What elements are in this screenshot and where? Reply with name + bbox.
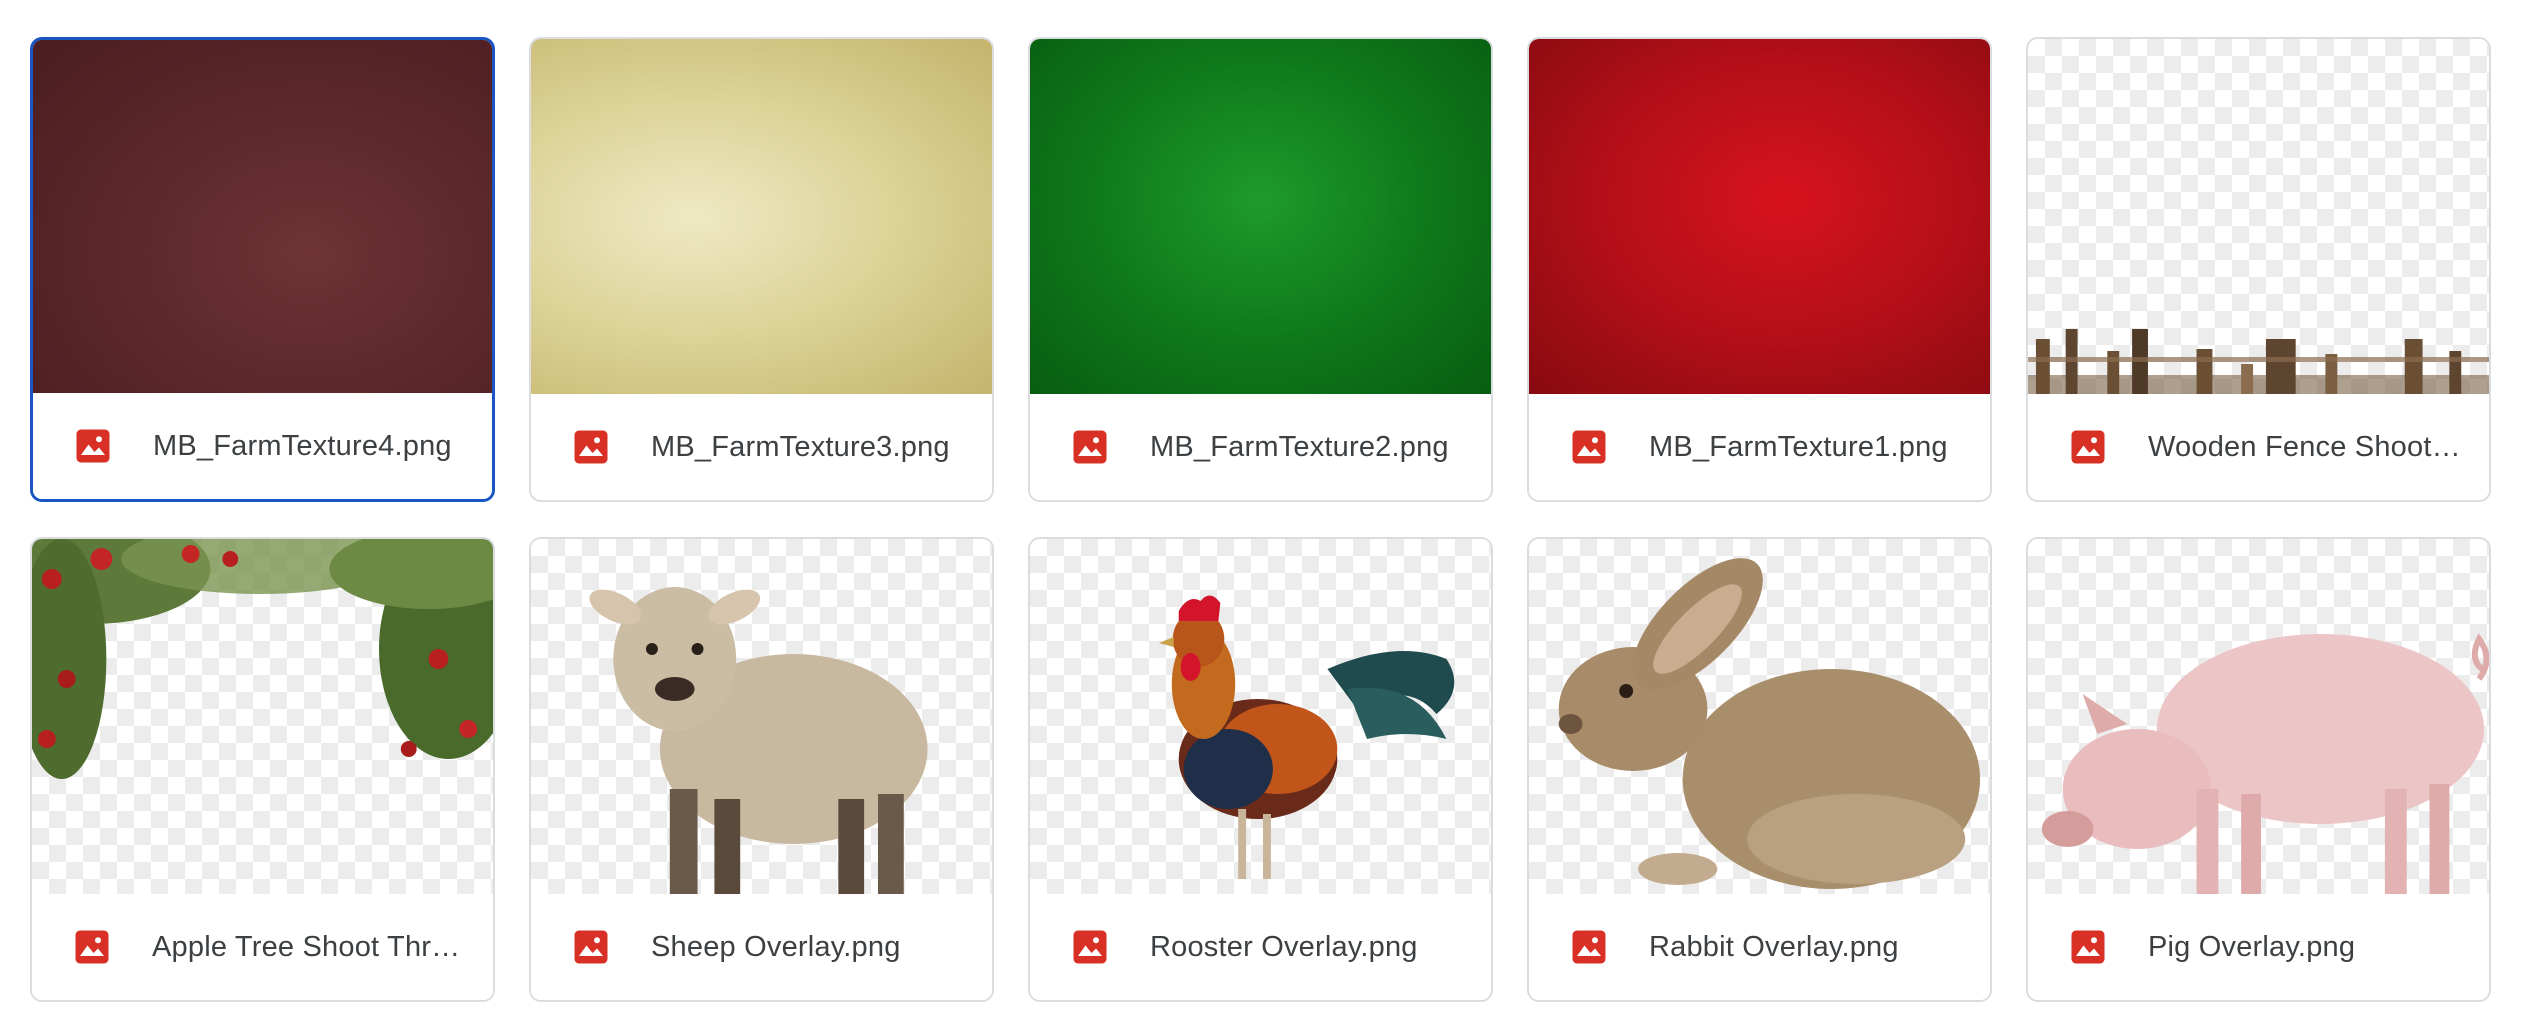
rooster-illustration <box>1158 595 1455 879</box>
file-card-footer: MB_FarmTexture2.png <box>1030 394 1491 500</box>
file-name: Pig Overlay.png <box>2148 930 2356 963</box>
file-card-footer: Sheep Overlay.png <box>531 894 992 1000</box>
image-file-icon <box>1572 930 1606 964</box>
file-card-apple-tree[interactable]: Apple Tree Shoot Thro… <box>30 537 495 1002</box>
file-card-footer: Wooden Fence Shoot … <box>2028 394 2489 500</box>
apple-tree-illustration <box>32 539 493 779</box>
pig-illustration <box>2041 633 2489 896</box>
image-file-icon <box>76 429 110 463</box>
file-card-footer: MB_FarmTexture3.png <box>531 394 992 500</box>
image-file-icon <box>574 930 608 964</box>
image-file-icon <box>1572 430 1606 464</box>
rabbit-illustration <box>1558 558 1981 889</box>
file-thumbnail <box>32 539 493 896</box>
fence-illustration <box>2028 329 2489 396</box>
file-card-rabbit-overlay[interactable]: Rabbit Overlay.png <box>1527 537 1992 1002</box>
image-file-icon <box>1073 930 1107 964</box>
file-name: Rooster Overlay.png <box>1150 930 1418 963</box>
image-file-icon <box>2071 430 2105 464</box>
file-card-wooden-fence[interactable]: Wooden Fence Shoot … <box>2026 37 2491 502</box>
file-grid: MB_FarmTexture4.png MB_FarmTexture3.png … <box>30 37 2491 1002</box>
file-card-pig-overlay[interactable]: Pig Overlay.png <box>2026 537 2491 1002</box>
file-name: MB_FarmTexture4.png <box>153 429 452 462</box>
file-name: MB_FarmTexture1.png <box>1649 430 1948 463</box>
file-name: Wooden Fence Shoot … <box>2148 430 2468 463</box>
file-name: Sheep Overlay.png <box>651 930 901 963</box>
file-thumbnail <box>1030 539 1491 896</box>
file-card-farm-texture-4[interactable]: MB_FarmTexture4.png <box>30 37 495 502</box>
file-card-footer: Pig Overlay.png <box>2028 894 2489 1000</box>
image-file-icon <box>574 430 608 464</box>
file-thumbnail <box>1529 539 1990 896</box>
file-name: Rabbit Overlay.png <box>1649 930 1899 963</box>
file-card-farm-texture-3[interactable]: MB_FarmTexture3.png <box>529 37 994 502</box>
file-thumbnail <box>1030 39 1491 396</box>
file-card-rooster-overlay[interactable]: Rooster Overlay.png <box>1028 537 1493 1002</box>
file-card-footer: Apple Tree Shoot Thro… <box>32 894 493 1000</box>
file-name: MB_FarmTexture2.png <box>1150 430 1449 463</box>
file-card-footer: MB_FarmTexture1.png <box>1529 394 1990 500</box>
file-card-farm-texture-2[interactable]: MB_FarmTexture2.png <box>1028 37 1493 502</box>
file-thumbnail <box>33 40 492 396</box>
file-card-footer: MB_FarmTexture4.png <box>33 393 492 499</box>
image-file-icon <box>1073 430 1107 464</box>
file-thumbnail <box>2028 539 2489 896</box>
file-card-footer: Rabbit Overlay.png <box>1529 894 1990 1000</box>
file-card-sheep-overlay[interactable]: Sheep Overlay.png <box>529 537 994 1002</box>
file-card-farm-texture-1[interactable]: MB_FarmTexture1.png <box>1527 37 1992 502</box>
image-file-icon <box>75 930 109 964</box>
file-thumbnail <box>2028 39 2489 396</box>
file-thumbnail <box>531 539 992 896</box>
file-thumbnail <box>531 39 992 396</box>
sheep-illustration <box>589 587 928 896</box>
file-name: Apple Tree Shoot Thro… <box>152 930 472 963</box>
image-file-icon <box>2071 930 2105 964</box>
file-name: MB_FarmTexture3.png <box>651 430 950 463</box>
file-thumbnail <box>1529 39 1990 396</box>
file-card-footer: Rooster Overlay.png <box>1030 894 1491 1000</box>
